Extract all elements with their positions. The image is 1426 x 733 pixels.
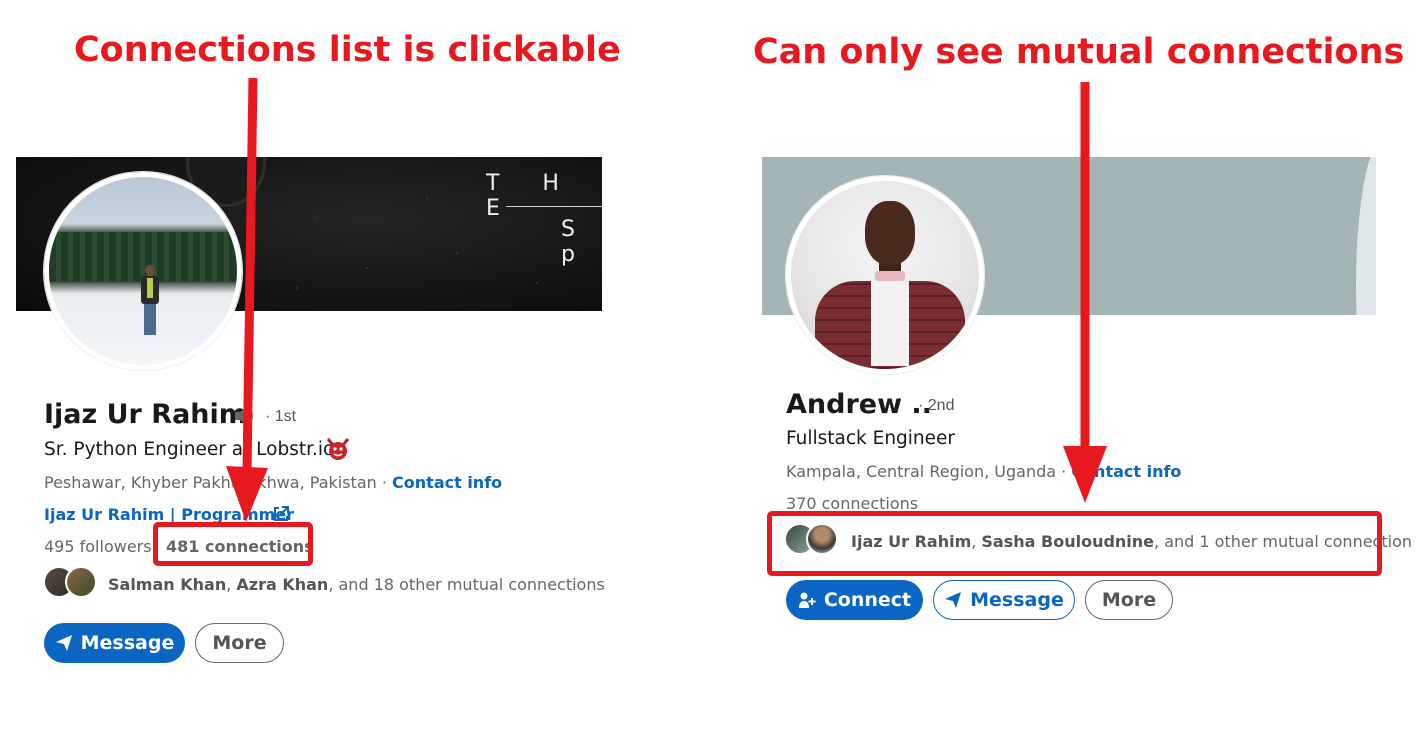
right-message-label: Message xyxy=(970,589,1064,611)
mutual-name-1[interactable]: Salman Khan xyxy=(108,575,226,594)
right-message-button[interactable]: Message xyxy=(933,580,1075,620)
send-icon xyxy=(55,635,72,651)
left-followers-count: 495 followers xyxy=(44,537,152,556)
left-connection-degree: · 1st xyxy=(265,408,297,425)
right-connect-button[interactable]: Connect xyxy=(786,580,923,620)
right-location: Kampala, Central Region, Uganda xyxy=(786,462,1057,481)
mutual-separator: , xyxy=(226,575,237,594)
right-contact-info-link[interactable]: Contact info xyxy=(1071,462,1181,481)
left-message-button[interactable]: Message xyxy=(44,623,185,663)
mutual-name-2[interactable]: Azra Khan xyxy=(236,575,328,594)
left-message-label: Message xyxy=(80,632,175,654)
right-more-button[interactable]: More xyxy=(1085,580,1173,620)
right-profile-name: Andrew .. xyxy=(786,389,932,420)
right-mutual-highlight xyxy=(767,511,1382,576)
left-location-line: Peshawar, Khyber Pakhtunkhwa, Pakistan ·… xyxy=(44,473,502,492)
left-profile-name: Ijaz Ur Rahim xyxy=(44,399,247,430)
right-more-label: More xyxy=(1101,589,1157,611)
cover-text-line1: T H E xyxy=(486,171,577,221)
right-profile-photo[interactable] xyxy=(786,176,984,374)
left-more-button[interactable]: More xyxy=(195,623,284,663)
speaker-icon[interactable] xyxy=(233,405,257,427)
left-more-label: More xyxy=(212,632,267,654)
external-link-icon[interactable] xyxy=(272,505,290,523)
send-icon xyxy=(945,592,962,608)
left-location-separator: · xyxy=(376,473,393,492)
left-contact-info-link[interactable]: Contact info xyxy=(392,473,502,492)
left-profile-headline: Sr. Python Engineer at Lobstr.io xyxy=(44,439,335,460)
mutual-avatar xyxy=(65,566,97,598)
right-location-separator: · xyxy=(1056,462,1072,481)
right-connection-degree: · 2nd xyxy=(918,397,955,414)
right-location-line: Kampala, Central Region, Uganda · Contac… xyxy=(786,462,1181,481)
right-annotation-title: Can only see mutual connections xyxy=(753,32,1405,72)
left-annotation-title: Connections list is clickable xyxy=(74,30,621,70)
add-person-icon xyxy=(798,592,816,608)
cover-text-line2: S p xyxy=(561,217,581,267)
cover-divider xyxy=(506,206,602,207)
devil-emoji-icon xyxy=(326,438,350,460)
left-mutual-connections-text[interactable]: Salman Khan, Azra Khan, and 18 other mut… xyxy=(108,575,605,594)
mutual-rest: , and 18 other mutual connections xyxy=(328,575,605,594)
left-connections-highlight xyxy=(153,522,313,566)
right-profile-headline: Fullstack Engineer xyxy=(786,428,956,449)
right-connect-label: Connect xyxy=(823,589,912,611)
left-location: Peshawar, Khyber Pakhtunkhwa, Pakistan xyxy=(44,473,377,492)
left-mutual-avatars[interactable] xyxy=(43,566,97,598)
left-profile-photo[interactable] xyxy=(44,172,242,370)
